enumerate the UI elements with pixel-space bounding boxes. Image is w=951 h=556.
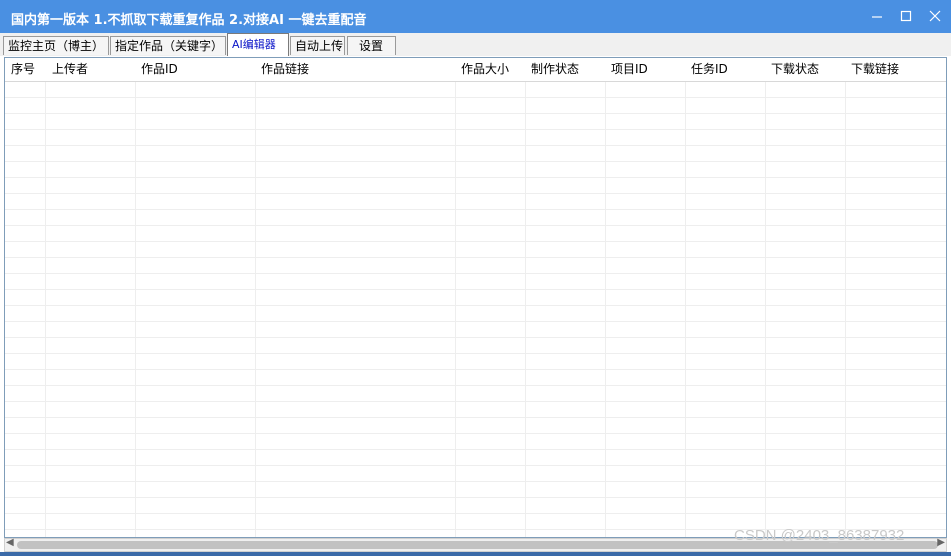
column-header-work-id[interactable]: 作品ID [141, 58, 178, 81]
column-header-download-link[interactable]: 下载链接 [851, 58, 899, 81]
table-row-line [5, 129, 946, 130]
close-button[interactable] [922, 4, 948, 28]
minimize-button[interactable] [864, 4, 890, 28]
table-row-line [5, 257, 946, 258]
tab-specified-works[interactable]: 指定作品（关键字） [110, 36, 226, 55]
table-row-line [5, 369, 946, 370]
table-row-line [5, 513, 946, 514]
tab-auto-upload[interactable]: 自动上传 [290, 36, 345, 55]
minimize-icon [872, 16, 882, 18]
taskbar-edge [0, 552, 951, 556]
table-row-line [5, 161, 946, 162]
table-row-line [5, 193, 946, 194]
column-header-index[interactable]: 序号 [11, 58, 35, 81]
table-row-line [5, 353, 946, 354]
tab-bar: 监控主页（博主） 指定作品（关键字） AI编辑器 自动上传 设置 [0, 33, 951, 56]
tab-monitor-home[interactable]: 监控主页（博主） [3, 36, 109, 55]
works-table[interactable]: 序号 上传者 作品ID 作品链接 作品大小 制作状态 项目ID 任务ID 下载状… [4, 57, 947, 538]
table-row-line [5, 113, 946, 114]
table-row-line [5, 433, 946, 434]
table-row-line [5, 385, 946, 386]
scroll-left-icon[interactable]: ◀ [6, 537, 14, 548]
column-header-work-link[interactable]: 作品链接 [261, 58, 309, 81]
table-row-line [5, 465, 946, 466]
column-header-project-id[interactable]: 项目ID [611, 58, 648, 81]
title-bar: 国内第一版本 1.不抓取下载重复作品 2.对接AI 一键去重配音 [0, 0, 951, 33]
column-header-download-status[interactable]: 下载状态 [771, 58, 819, 81]
table-row-line [5, 417, 946, 418]
maximize-icon [900, 10, 912, 22]
tab-ai-editor[interactable]: AI编辑器 [227, 33, 289, 56]
table-row-line [5, 481, 946, 482]
table-row-line [5, 449, 946, 450]
table-row-line [5, 305, 946, 306]
table-row-line [5, 321, 946, 322]
column-header-work-size[interactable]: 作品大小 [461, 58, 509, 81]
column-header-task-id[interactable]: 任务ID [691, 58, 728, 81]
table-row-line [5, 337, 946, 338]
column-header-uploader[interactable]: 上传者 [52, 58, 88, 81]
table-row-line [5, 97, 946, 98]
table-row-line [5, 497, 946, 498]
table-row-line [5, 401, 946, 402]
watermark: CSDN @2403_86387932 [734, 527, 905, 544]
table-row-line [5, 145, 946, 146]
table-body [5, 82, 946, 537]
maximize-button[interactable] [893, 4, 919, 28]
table-row-line [5, 209, 946, 210]
column-header-production-status[interactable]: 制作状态 [531, 58, 579, 81]
tab-settings[interactable]: 设置 [347, 36, 396, 55]
table-header: 序号 上传者 作品ID 作品链接 作品大小 制作状态 项目ID 任务ID 下载状… [5, 58, 946, 82]
scroll-right-icon[interactable]: ▶ [937, 537, 945, 548]
table-row-line [5, 241, 946, 242]
table-row-line [5, 289, 946, 290]
table-row-line [5, 225, 946, 226]
window-title: 国内第一版本 1.不抓取下载重复作品 2.对接AI 一键去重配音 [11, 13, 367, 28]
table-row-line [5, 177, 946, 178]
table-row-line [5, 273, 946, 274]
close-icon [929, 10, 941, 22]
